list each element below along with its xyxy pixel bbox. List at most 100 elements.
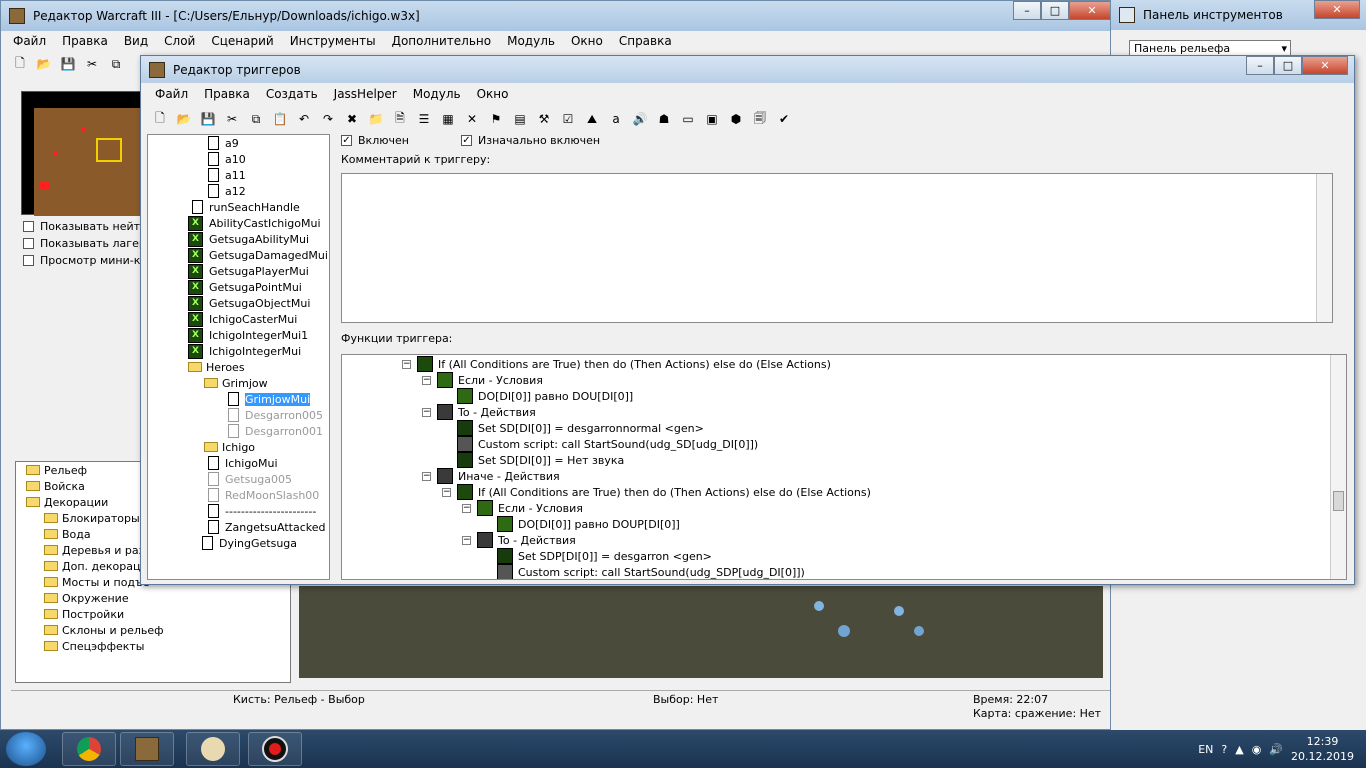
- menu-file[interactable]: Файл: [5, 34, 54, 48]
- function-item[interactable]: − Если - Условия: [422, 372, 543, 388]
- warcraft-editor-taskbar-button[interactable]: [120, 732, 174, 766]
- trigger-tree[interactable]: a9 a10 a11 a12 runSeachHandle X AbilityCastIch…: [147, 134, 330, 580]
- menu-scenario[interactable]: Сценарий: [203, 34, 281, 48]
- show-camps-checkbox[interactable]: Показывать лагеря: [23, 237, 152, 250]
- trig-menu-window[interactable]: Окно: [469, 87, 517, 101]
- function-item[interactable]: Set SDP[DI[0]] = desgarron <gen>: [482, 548, 712, 564]
- minimap-preview-checkbox[interactable]: Просмотр мини-кар: [23, 254, 154, 267]
- copy-icon[interactable]: ⧉: [105, 53, 127, 75]
- show-neutral-checkbox[interactable]: Показывать нейтра: [23, 220, 154, 233]
- trig-menu-module[interactable]: Модуль: [405, 87, 469, 101]
- checkbox-box[interactable]: [23, 238, 34, 249]
- clock[interactable]: 12:39 20.12.2019: [1291, 734, 1354, 764]
- checklist-icon[interactable]: ☑: [557, 108, 579, 130]
- new-comment-icon[interactable]: ☰: [413, 108, 435, 130]
- undo-icon[interactable]: ↶: [293, 108, 315, 130]
- collapse-icon[interactable]: −: [422, 471, 431, 481]
- new-icon[interactable]: 🗋: [149, 108, 171, 130]
- tool-panel-title-bar[interactable]: Панель инструментов ✕: [1111, 0, 1366, 30]
- trig-menu-file[interactable]: Файл: [147, 87, 196, 101]
- collapse-icon[interactable]: −: [442, 487, 451, 497]
- tree-item[interactable]: DyingGetsuga: [202, 535, 297, 551]
- trigger-editor-title-bar[interactable]: Редактор триггеров – □ ✕: [141, 56, 1354, 83]
- tree-item[interactable]: Desgarron001: [228, 423, 323, 439]
- tree-item[interactable]: runSeachHandle: [192, 199, 300, 215]
- help-icon[interactable]: ?: [1221, 743, 1227, 756]
- delete-icon[interactable]: ✖: [341, 108, 363, 130]
- campaign-editor-icon[interactable]: ▭: [677, 108, 699, 130]
- tree-item[interactable]: Ichigo: [204, 439, 255, 455]
- tree-item[interactable]: X GetsugaAbilityMui: [188, 231, 309, 247]
- collapse-icon[interactable]: −: [422, 407, 431, 417]
- collapse-icon[interactable]: −: [462, 503, 471, 513]
- function-item[interactable]: Custom script: call StartSound(udg_SDP[u…: [482, 564, 805, 579]
- trigger-functions-tree[interactable]: Custom script: call StartSound(udg_SDP[u…: [341, 354, 1347, 580]
- tree-item[interactable]: X GetsugaPointMui: [188, 279, 302, 295]
- record-taskbar-button[interactable]: [248, 732, 302, 766]
- tree-item[interactable]: Desgarron005: [228, 407, 323, 423]
- trig-minimize-button[interactable]: –: [1246, 56, 1274, 75]
- tree-item[interactable]: Grimjow: [204, 375, 268, 391]
- trig-maximize-button[interactable]: □: [1274, 56, 1302, 75]
- trig-close-button[interactable]: ✕: [1302, 56, 1348, 75]
- cut-icon[interactable]: ✂: [221, 108, 243, 130]
- open-icon[interactable]: 📂: [173, 108, 195, 130]
- initially-enabled-checkbox[interactable]: ✓ Изначально включен: [461, 134, 600, 147]
- tree-item[interactable]: GrimjowMui: [228, 391, 311, 407]
- test-run-icon[interactable]: ✔: [773, 108, 795, 130]
- minimap[interactable]: [21, 91, 144, 216]
- function-item[interactable]: − To - Действия: [462, 532, 576, 548]
- chrome-taskbar-button[interactable]: [62, 732, 116, 766]
- menu-help[interactable]: Справка: [611, 34, 680, 48]
- minimize-button[interactable]: –: [1013, 1, 1041, 20]
- close-button[interactable]: ✕: [1069, 1, 1115, 20]
- menu-module[interactable]: Модуль: [499, 34, 563, 48]
- checkbox-box[interactable]: ✓: [461, 135, 472, 146]
- tree-item[interactable]: X AbilityCastIchigoMui: [188, 215, 321, 231]
- terrain-editor-icon[interactable]: ⛰: [581, 108, 603, 130]
- function-item[interactable]: Set SD[DI[0]] = Нет звука: [442, 452, 624, 468]
- ai-editor-icon[interactable]: ▣: [701, 108, 723, 130]
- tree-item[interactable]: Getsuga005: [208, 471, 292, 487]
- tree-item[interactable]: X IchigoCasterMui: [188, 311, 297, 327]
- new-variable-icon[interactable]: ▦: [437, 108, 459, 130]
- maximize-button[interactable]: □: [1041, 1, 1069, 20]
- tree-item[interactable]: X GetsugaDamagedMui: [188, 247, 328, 263]
- tree-item[interactable]: ZangetsuAttacked: [208, 519, 326, 535]
- collapse-icon[interactable]: −: [462, 535, 471, 545]
- scrollbar-thumb[interactable]: [1333, 491, 1344, 511]
- tree-item[interactable]: a9: [208, 135, 239, 151]
- checkbox-box[interactable]: [23, 221, 34, 232]
- menu-layer[interactable]: Слой: [156, 34, 203, 48]
- trigger-comment-input[interactable]: [341, 173, 1333, 323]
- palette-item[interactable]: Постройки: [16, 606, 290, 622]
- tree-item[interactable]: X GetsugaObjectMui: [188, 295, 310, 311]
- tree-item[interactable]: a11: [208, 167, 246, 183]
- function-item[interactable]: DO[DI[0]] равно DOU[DI[0]]: [442, 388, 633, 404]
- network-icon[interactable]: ◉: [1252, 743, 1262, 756]
- script-icon[interactable]: 🗐: [749, 108, 771, 130]
- enabled-checkbox[interactable]: ✓ Включен: [341, 134, 409, 147]
- menu-advanced[interactable]: Дополнительно: [384, 34, 500, 48]
- collapse-icon[interactable]: −: [422, 375, 431, 385]
- palette-item[interactable]: Склоны и рельеф: [16, 622, 290, 638]
- function-item[interactable]: − If (All Conditions are True) then do (T…: [402, 356, 831, 372]
- save-icon[interactable]: 💾: [57, 53, 79, 75]
- new-icon[interactable]: 🗋: [9, 53, 31, 75]
- trig-menu-jasshelper[interactable]: JassHelper: [326, 87, 405, 101]
- function-item[interactable]: − If (All Conditions are True) then do (T…: [442, 484, 871, 500]
- trig-menu-create[interactable]: Создать: [258, 87, 326, 101]
- trigger-editor-icon-btn[interactable]: a: [605, 108, 627, 130]
- new-condition-icon[interactable]: ⚑: [485, 108, 507, 130]
- palette-item[interactable]: Спецэффекты: [16, 638, 290, 654]
- volume-icon[interactable]: 🔊: [1269, 743, 1283, 756]
- menu-view[interactable]: Вид: [116, 34, 156, 48]
- tree-item[interactable]: X IchigoIntegerMui1: [188, 327, 308, 343]
- redo-icon[interactable]: ↷: [317, 108, 339, 130]
- function-item[interactable]: − Иначе - Действия: [422, 468, 560, 484]
- collapse-icon[interactable]: −: [402, 359, 411, 369]
- menu-tools[interactable]: Инструменты: [282, 34, 384, 48]
- import-manager-icon[interactable]: ⬢: [725, 108, 747, 130]
- function-item[interactable]: DO[DI[0]] равно DOUP[DI[0]]: [482, 516, 680, 532]
- function-item[interactable]: − To - Действия: [422, 404, 536, 420]
